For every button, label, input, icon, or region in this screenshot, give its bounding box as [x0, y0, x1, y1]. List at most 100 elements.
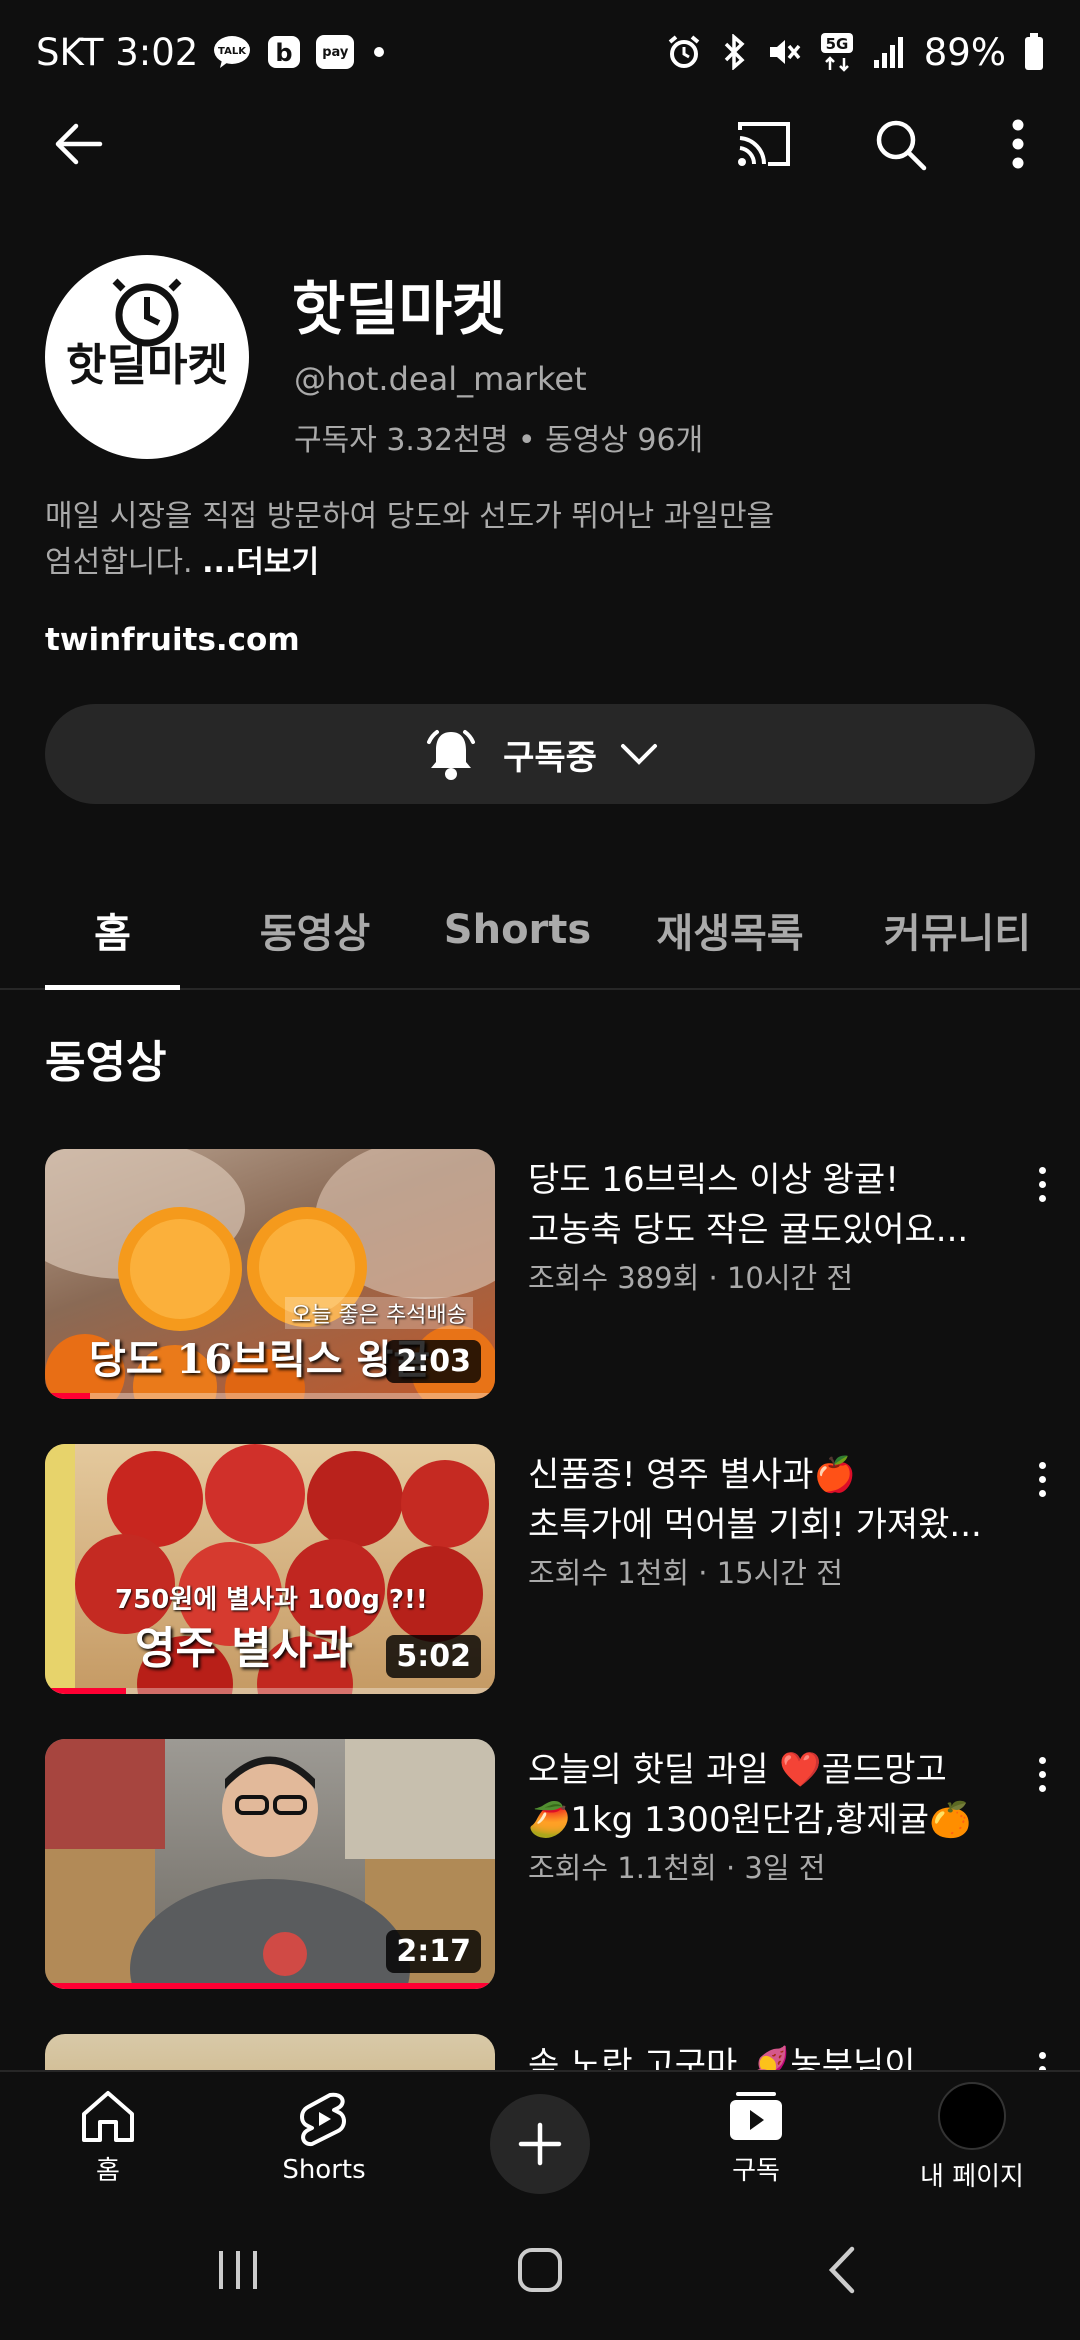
tab-videos[interactable]: 동영상 [230, 870, 400, 990]
tab-community[interactable]: 커뮤니티 [865, 870, 1050, 990]
network-5g-icon: 5G [820, 32, 854, 72]
channel-description[interactable]: 매일 시장을 직접 방문하여 당도와 선도가 뛰어난 과일만을 엄선합니다. .… [45, 494, 925, 586]
video-thumbnail[interactable]: 2:17 [45, 1739, 495, 1989]
video-title[interactable]: 속 노란 고구마 🍠농부님이 [528, 2040, 1008, 2070]
svg-text:b: b [276, 39, 293, 67]
video-item[interactable]: 2:17 오늘의 핫딜 과일 ❤️골드망고 🥭1kg 1300원단감,황제귤🍊 … [0, 1739, 1080, 1989]
top-app-bar [0, 104, 1080, 184]
nav-subscriptions-label: 구독 [732, 2155, 780, 2186]
video-more-button[interactable] [1022, 1149, 1062, 1219]
video-title-line: 🥭1kg 1300원단감,황제귤🍊 [528, 1800, 972, 1840]
video-title[interactable]: 신품종! 영주 별사과🍎 초특가에 먹어볼 기회! 가져왔... [528, 1450, 1008, 1550]
alarm-icon [666, 34, 702, 70]
video-title-line: 고농축 당도 작은 귤도있어요... [528, 1210, 969, 1250]
subscribed-button[interactable]: 구독중 [45, 704, 1035, 804]
avatar [938, 2081, 1006, 2150]
tab-shorts[interactable]: Shorts [430, 870, 605, 990]
recent-apps-button[interactable] [198, 2235, 278, 2305]
home-system-button[interactable] [500, 2235, 580, 2305]
search-button[interactable] [860, 104, 940, 184]
cast-button[interactable] [724, 104, 804, 184]
nav-my-page[interactable]: 내 페이지 [882, 2072, 1062, 2202]
nav-subscriptions[interactable]: 구독 [666, 2072, 846, 2202]
svg-text:TALK: TALK [218, 46, 247, 57]
description-line: 매일 시장을 직접 방문하여 당도와 선도가 뛰어난 과일만을 [45, 499, 775, 534]
bell-ringing-icon [427, 730, 476, 780]
home-icon [82, 2090, 134, 2142]
nav-home-label: 홈 [96, 2155, 120, 2186]
video-title-line: 당도 16브릭스 이상 왕귤! [528, 1160, 899, 1200]
active-tab-indicator [45, 985, 180, 990]
tab-playlists[interactable]: 재생목록 [640, 870, 820, 990]
video-more-button[interactable] [1022, 2034, 1062, 2070]
channel-website-link[interactable]: twinfruits.com [45, 622, 300, 658]
watch-progress-bar [45, 1688, 126, 1694]
video-meta: 조회수 1천회 · 15시간 전 [528, 1556, 843, 1590]
channel-tabs: 홈 동영상 Shorts 재생목록 커뮤니티 [0, 870, 1080, 990]
video-duration: 2:03 [386, 1340, 481, 1383]
video-duration: 5:02 [386, 1635, 481, 1678]
description-line: 엄선합니다. [45, 545, 193, 580]
video-title-line: 오늘의 핫딜 과일 ❤️골드망고 [528, 1750, 947, 1790]
battery-percent: 89% [923, 30, 1006, 74]
kakaotalk-icon: TALK [212, 34, 252, 70]
watch-progress-track [45, 1393, 495, 1399]
video-item[interactable]: 오늘 좋은 추석배송 당도 16브릭스 왕귤 2:03 당도 16브릭스 이상 … [0, 1149, 1080, 1399]
bottom-navigation: 홈 Shorts 구독 내 페이지 [0, 2070, 1080, 2200]
video-duration: 2:17 [386, 1930, 481, 1973]
thumbnail-caption: 오늘 좋은 추석배송 [285, 1297, 473, 1329]
back-button[interactable] [38, 104, 118, 184]
thumbnail-text: 영주 별사과 [135, 1623, 353, 1674]
back-system-button[interactable] [802, 2235, 882, 2305]
cast-icon [738, 122, 790, 166]
band-icon: b [266, 34, 302, 70]
tab-home[interactable]: 홈 [45, 870, 180, 990]
system-navigation-bar [0, 2200, 1080, 2340]
section-title: 동영상 [45, 1037, 167, 1088]
mute-icon [766, 34, 802, 70]
video-thumbnail[interactable]: 오늘 좋은 추석배송 당도 16브릭스 왕귤 2:03 [45, 1149, 495, 1399]
video-title[interactable]: 오늘의 핫딜 과일 ❤️골드망고 🥭1kg 1300원단감,황제귤🍊 [528, 1745, 1008, 1845]
watch-progress-bar [45, 1393, 90, 1399]
nav-shorts[interactable]: Shorts [234, 2072, 414, 2202]
video-title-line: 초특가에 먹어볼 기회! 가져왔... [528, 1505, 982, 1545]
battery-icon [1024, 33, 1044, 71]
channel-handle: @hot.deal_market [294, 360, 587, 398]
video-title-line: 속 노란 고구마 🍠농부님이 [528, 2045, 916, 2070]
arrow-left-icon [55, 123, 103, 165]
nav-shorts-label: Shorts [282, 2155, 366, 2185]
more-options-button[interactable] [978, 104, 1058, 184]
signal-icon [872, 34, 906, 70]
chevron-left-icon [828, 2246, 855, 2294]
channel-stats: 구독자 3.32천명 • 동영상 96개 [294, 423, 704, 458]
thumbnail-text: 당도 16브릭스 왕귤 [89, 1336, 431, 1383]
video-more-button[interactable] [1022, 1444, 1062, 1514]
pay-icon: pay [316, 35, 355, 69]
subscriptions-icon [730, 2091, 782, 2140]
more-vert-icon [1012, 119, 1024, 169]
channel-name: 핫딜마켓 [292, 275, 506, 343]
chevron-down-icon [620, 744, 657, 765]
notification-dot-icon [374, 47, 385, 57]
create-button[interactable] [490, 2094, 590, 2194]
search-icon [876, 120, 927, 171]
status-time: SKT 3:02 [36, 30, 199, 74]
status-bar: SKT 3:02 TALK b pay 5G 89% [0, 0, 1080, 104]
watch-progress-bar [45, 1983, 495, 1989]
recent-apps-icon [219, 2251, 257, 2289]
video-thumbnail[interactable] [45, 2034, 495, 2070]
svg-text:핫딜마켓: 핫딜마켓 [66, 340, 228, 391]
home-square-icon [518, 2248, 562, 2292]
nav-home[interactable]: 홈 [18, 2072, 198, 2202]
video-thumbnail[interactable]: 750원에 별사과 100g ?!! 영주 별사과 5:02 [45, 1444, 495, 1694]
video-meta: 조회수 389회 · 10시간 전 [528, 1261, 854, 1295]
thumbnail-caption: 750원에 별사과 100g ?!! [115, 1585, 428, 1615]
more-link[interactable]: ...더보기 [202, 545, 319, 580]
video-item[interactable]: 속 노란 고구마 🍠농부님이 [0, 2034, 1080, 2070]
video-item[interactable]: 750원에 별사과 100g ?!! 영주 별사과 5:02 신품종! 영주 별… [0, 1444, 1080, 1694]
channel-avatar[interactable]: 핫딜마켓 [45, 255, 249, 459]
video-title[interactable]: 당도 16브릭스 이상 왕귤! 고농축 당도 작은 귤도있어요... [528, 1155, 1008, 1255]
video-more-button[interactable] [1022, 1739, 1062, 1809]
svg-text:5G: 5G [825, 35, 848, 53]
video-title-line: 신품종! 영주 별사과🍎 [528, 1455, 856, 1495]
